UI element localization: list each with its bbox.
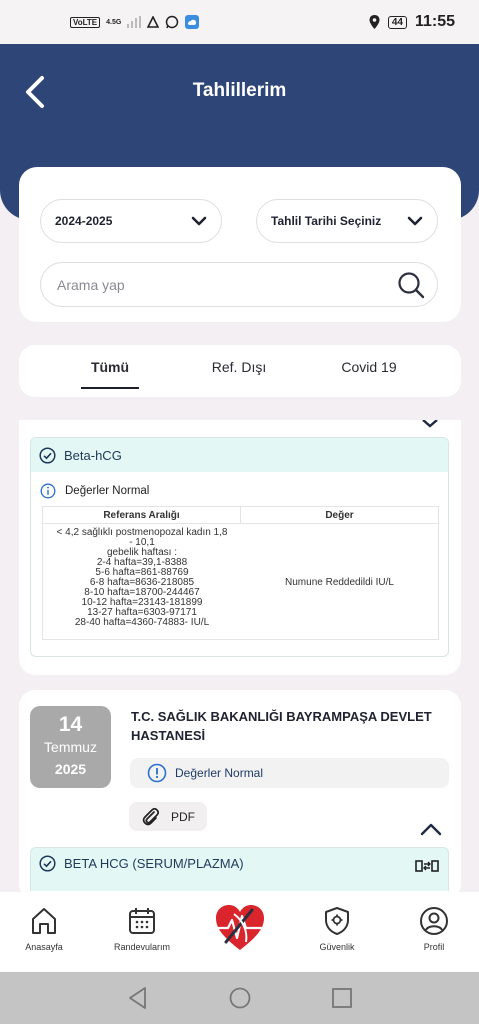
test-date-select[interactable]: Tahlil Tarihi Seçiniz [256, 199, 438, 243]
bottom-navigation: Anasayfa Randevularım Güvenlik Profil [0, 892, 479, 972]
pdf-button-label: PDF [171, 809, 195, 824]
pdf-button[interactable]: PDF [129, 802, 207, 831]
battery-indicator: 44 [387, 15, 407, 29]
nav-home-label: Anasayfa [25, 942, 63, 952]
signal-icon [127, 16, 142, 28]
check-circle-icon [39, 446, 56, 464]
nav-center-logo[interactable] [200, 902, 280, 960]
filter-tabs: Tümü Ref. Dışı Covid 19 [19, 345, 461, 397]
result-value-cell: Numune Reddedildi IU/L [285, 577, 394, 588]
lab-test-name: BETA HCG (SERUM/PLAZMA) [64, 855, 244, 871]
volte-indicator: VoLTE [70, 16, 101, 28]
chevron-up-icon[interactable] [420, 822, 442, 836]
results-status-text: Değerler Normal [175, 766, 264, 780]
system-navigation-bar [0, 972, 479, 1024]
lab-test-header[interactable]: Beta-hCG [31, 438, 448, 472]
whatsapp-icon [166, 15, 179, 29]
results-status-badge[interactable]: Değerler Normal [130, 758, 449, 788]
status-bar: VoLTE 4.5G 44 11:55 [0, 0, 479, 44]
reference-range-cell: < 4,2 sağlıklı postmenopozal kadın 1,8 -… [45, 528, 239, 628]
year-select-value: 2024-2025 [55, 214, 113, 228]
tab-out-of-range[interactable]: Ref. Dışı [199, 359, 279, 375]
column-header-reference: Referans Aralığı [43, 507, 241, 524]
home-icon [32, 908, 56, 934]
chevron-down-icon [191, 216, 207, 226]
search-icon[interactable] [397, 271, 425, 299]
date-month: Temmuz [44, 739, 97, 755]
nav-security[interactable]: Güvenlik [297, 906, 377, 952]
network-indicator: 4.5G [106, 18, 122, 26]
status-right: 44 11:55 [369, 13, 455, 31]
nav-profile[interactable]: Profil [394, 906, 474, 952]
active-tab-indicator [81, 387, 139, 389]
chevron-down-icon [407, 216, 423, 226]
nav-profile-label: Profil [423, 942, 445, 952]
info-icon [147, 763, 167, 783]
page-title: Tahlillerim [192, 80, 287, 101]
shield-icon [325, 907, 349, 935]
tab-all[interactable]: Tümü [81, 359, 139, 389]
tab-all-label: Tümü [90, 359, 130, 375]
clock: 11:55 [414, 13, 455, 30]
date-year: 2025 [54, 761, 87, 777]
nav-appointments[interactable]: Randevularım [102, 906, 182, 952]
app-notification-icon [147, 16, 160, 28]
cloud-app-icon [185, 15, 200, 29]
calendar-icon [129, 908, 155, 934]
column-header-value: Değer [241, 507, 438, 524]
paperclip-icon [142, 807, 160, 825]
system-home-icon[interactable] [228, 986, 252, 1010]
lab-test-status: Değerler Normal [31, 472, 448, 502]
tab-covid-label: Covid 19 [341, 359, 397, 375]
lab-test-header[interactable]: BETA HCG (SERUM/PLAZMA) [31, 848, 448, 878]
lab-test-block: Beta-hCG Değerler Normal Referans Aralığ… [30, 437, 449, 657]
filter-card: 2024-2025 Tahlil Tarihi Seçiniz [19, 167, 461, 322]
year-select[interactable]: 2024-2025 [40, 199, 222, 243]
status-left: VoLTE 4.5G [70, 15, 200, 29]
tab-covid[interactable]: Covid 19 [324, 359, 414, 375]
reference-table: Referans Aralığı Değer < 4,2 sağlıklı po… [42, 506, 439, 640]
compare-icon[interactable] [415, 858, 439, 874]
location-icon [369, 15, 380, 29]
check-circle-icon [39, 854, 56, 872]
lab-test-name: Beta-hCG [64, 447, 122, 463]
lab-test-status-text: Değerler Normal [65, 484, 150, 497]
nav-appointments-label: Randevularım [113, 942, 171, 952]
date-badge: 14 Temmuz 2025 [30, 706, 111, 788]
nav-home[interactable]: Anasayfa [4, 906, 84, 952]
lab-test-block: BETA HCG (SERUM/PLAZMA) [30, 847, 449, 891]
heart-logo-icon [214, 905, 266, 950]
test-date-select-value: Tahlil Tarihi Seçiniz [271, 214, 382, 228]
date-day: 14 [58, 713, 83, 736]
system-recents-icon[interactable] [331, 986, 353, 1010]
reference-line: 28-40 hafta=4360-74883- IU/L [74, 617, 210, 628]
nav-security-label: Güvenlik [319, 942, 355, 952]
search-box [40, 262, 438, 307]
chevron-up-icon[interactable] [420, 420, 440, 428]
user-icon [420, 907, 448, 935]
search-input[interactable] [57, 276, 357, 293]
tab-out-of-range-label: Ref. Dışı [211, 359, 267, 375]
info-icon [40, 483, 56, 498]
system-back-icon[interactable] [127, 986, 149, 1010]
hospital-name: T.C. SAĞLIK BAKANLIĞI BAYRAMPAŞA DEVLET … [131, 709, 432, 743]
